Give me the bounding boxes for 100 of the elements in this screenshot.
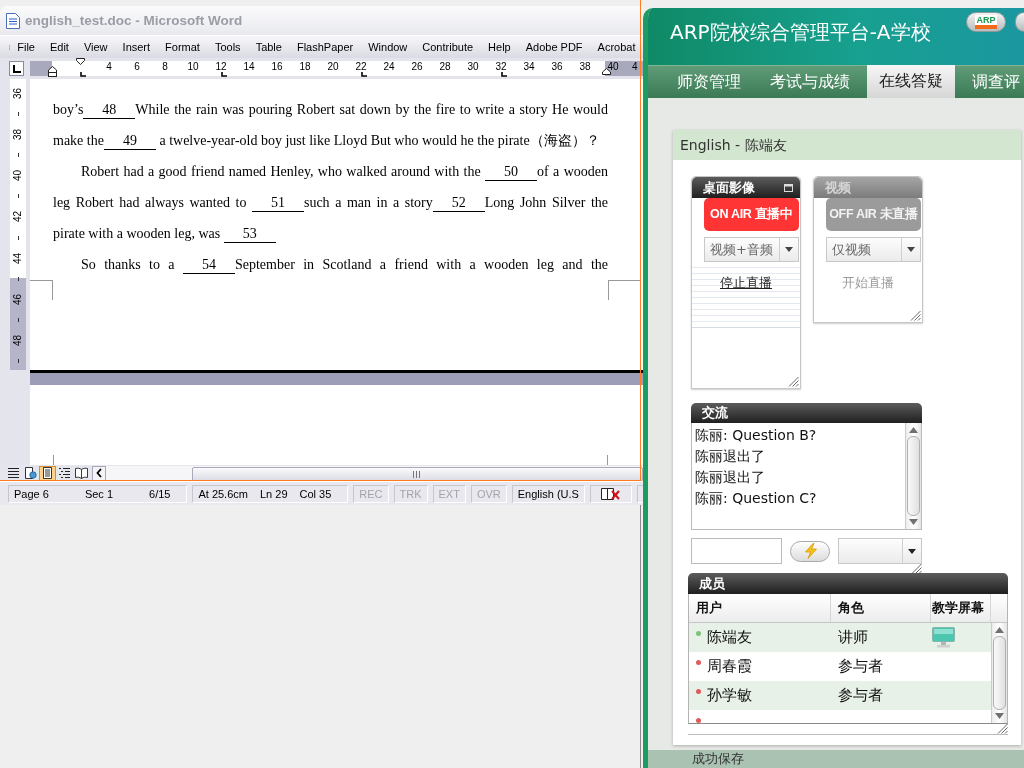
app-title: ARP院校综合管理平台-A学校 <box>670 20 931 44</box>
status-text: EXT <box>438 487 460 500</box>
ruler-number: 30 <box>467 62 479 72</box>
broadcast-status: ON AIR 直播中 <box>704 198 799 231</box>
tab-stop-icon[interactable] <box>361 72 367 77</box>
tab-stop-icon[interactable] <box>221 72 227 77</box>
margin-corner-mark <box>608 280 640 300</box>
ruler-number: 8 <box>162 62 168 72</box>
status-text: At 25.6cm <box>198 487 248 500</box>
widget-title: 桌面影像 <box>703 178 755 197</box>
chat-message: 陈丽退出了 <box>695 447 766 466</box>
tab-stop-icon[interactable] <box>80 72 86 77</box>
caret-down-icon <box>785 247 793 252</box>
maximize-icon[interactable] <box>784 183 793 192</box>
scroll-thumb[interactable] <box>907 436 920 516</box>
ruler-number: 26 <box>411 62 423 72</box>
message-input[interactable] <box>691 538 782 564</box>
status-text: TRK <box>399 487 422 500</box>
status-text: Ln 29 <box>259 487 288 500</box>
source-dropdown[interactable]: 视频+音频 <box>704 237 799 262</box>
resize-grip-icon[interactable] <box>910 310 921 321</box>
ruler-number: 20 <box>327 62 339 72</box>
spellcheck-icon[interactable] <box>601 486 621 501</box>
view-button[interactable] <box>5 465 22 481</box>
tab[interactable]: 师资管理 <box>665 66 753 98</box>
document-text: While the rain was pouring Robert sat down by the fire to write a story He would <box>135 102 608 117</box>
table-row[interactable]: 陈端友 讲师 <box>689 623 991 652</box>
status-text: 6/15 <box>149 487 171 500</box>
status-text: REC <box>359 487 383 500</box>
status-text: Col 35 <box>299 487 332 500</box>
broadcast-action-link[interactable]: 停止直播 <box>720 274 772 292</box>
scroll-up-icon[interactable] <box>909 427 918 433</box>
menu-item[interactable]: Edit <box>42 41 77 53</box>
lightning-icon <box>803 543 817 559</box>
tab[interactable]: 在线答疑 <box>867 65 955 98</box>
scroll-down-icon[interactable] <box>995 713 1004 719</box>
status-text: English (U.S <box>517 487 579 500</box>
globe-page-icon <box>24 467 37 479</box>
menu-item[interactable]: Adobe PDF <box>518 41 591 53</box>
menu-item[interactable]: Contribute <box>414 41 481 53</box>
view-button[interactable] <box>39 465 56 481</box>
column-header[interactable]: 角色 <box>831 594 931 622</box>
menu-item[interactable]: Insert <box>115 41 158 53</box>
horizontal-scrollbar[interactable] <box>106 465 643 481</box>
logo-button[interactable]: ARP <box>966 12 1006 32</box>
menu-item[interactable]: FlashPaper <box>289 41 361 53</box>
scroll-down-icon[interactable] <box>909 519 918 525</box>
menu-item[interactable]: Acrobat <box>590 41 643 53</box>
header-button[interactable] <box>1015 12 1024 32</box>
tab[interactable]: 调查评 <box>960 66 1024 98</box>
scroll-up-icon[interactable] <box>995 627 1004 633</box>
ruler-number: 16 <box>271 62 283 72</box>
menu-item[interactable]: View <box>76 41 116 53</box>
column-header[interactable]: 用户 <box>689 594 831 622</box>
indent-marker-icon[interactable] <box>48 66 57 77</box>
ruler-number: 42 <box>12 211 24 223</box>
caret-down-icon <box>907 247 915 252</box>
ruler-number: 38 <box>12 128 24 140</box>
document-text: Robert had a good friend named Henley, who walked around with the <box>81 164 482 179</box>
document-text: September in Scotland a friend with a wooden leg and the <box>234 257 608 272</box>
horizontal-ruler[interactable]: 4 6 8 10 12 14 16 18 20 22 24 26 28 30 32 34 36 38 40 4 <box>30 61 643 76</box>
fill-in-blank: 54 <box>182 257 235 274</box>
table-row[interactable]: 孙学敏 参与者 <box>689 681 991 710</box>
resize-grip-icon[interactable] <box>997 723 1008 734</box>
menu-item[interactable]: File <box>9 41 43 53</box>
lines-icon <box>7 467 20 479</box>
tab[interactable]: 考试与成绩 <box>758 66 862 98</box>
menu-item[interactable]: Format <box>157 41 208 53</box>
scroll-thumb[interactable] <box>192 466 643 482</box>
indent-marker-icon[interactable] <box>602 68 611 75</box>
vertical-scrollbar[interactable] <box>905 423 921 529</box>
ruler-number: 48 <box>12 335 24 347</box>
status-text: Page 6 <box>14 487 49 500</box>
view-button[interactable] <box>73 465 90 481</box>
chat-message: 陈丽: Question B? <box>695 426 818 445</box>
view-button[interactable] <box>22 465 39 481</box>
menu-item[interactable]: Table <box>248 41 290 53</box>
ruler-number: 4 <box>106 62 112 72</box>
tab-selector-button[interactable] <box>9 61 24 76</box>
scroll-left-button[interactable] <box>92 465 106 481</box>
view-button[interactable] <box>56 465 73 481</box>
source-dropdown[interactable]: 仅视频 <box>826 237 921 262</box>
ruler-number: 24 <box>383 62 395 72</box>
resize-grip-icon[interactable] <box>788 376 799 387</box>
menu-item[interactable]: Tools <box>207 41 249 53</box>
member-name: 陈端友 <box>707 628 752 647</box>
menu-item[interactable]: Window <box>360 41 415 53</box>
menu-item[interactable]: Help <box>480 41 519 53</box>
ruler-number: 38 <box>579 62 591 72</box>
ruler-number: 40 <box>607 62 619 72</box>
window-title: english_test.doc - Microsoft Word <box>25 13 243 28</box>
ruler-number: 44 <box>12 252 24 264</box>
fill-in-blank: 48 <box>83 102 136 119</box>
margin-corner-mark <box>607 455 608 465</box>
tab-stop-icon[interactable] <box>501 72 507 77</box>
column-header[interactable]: 教学屏幕 <box>931 594 991 622</box>
scroll-thumb[interactable] <box>993 636 1006 710</box>
vertical-scrollbar[interactable] <box>991 623 1007 723</box>
fill-in-blank: 52 <box>432 195 485 212</box>
resize-grip-icon[interactable] <box>911 563 922 574</box>
